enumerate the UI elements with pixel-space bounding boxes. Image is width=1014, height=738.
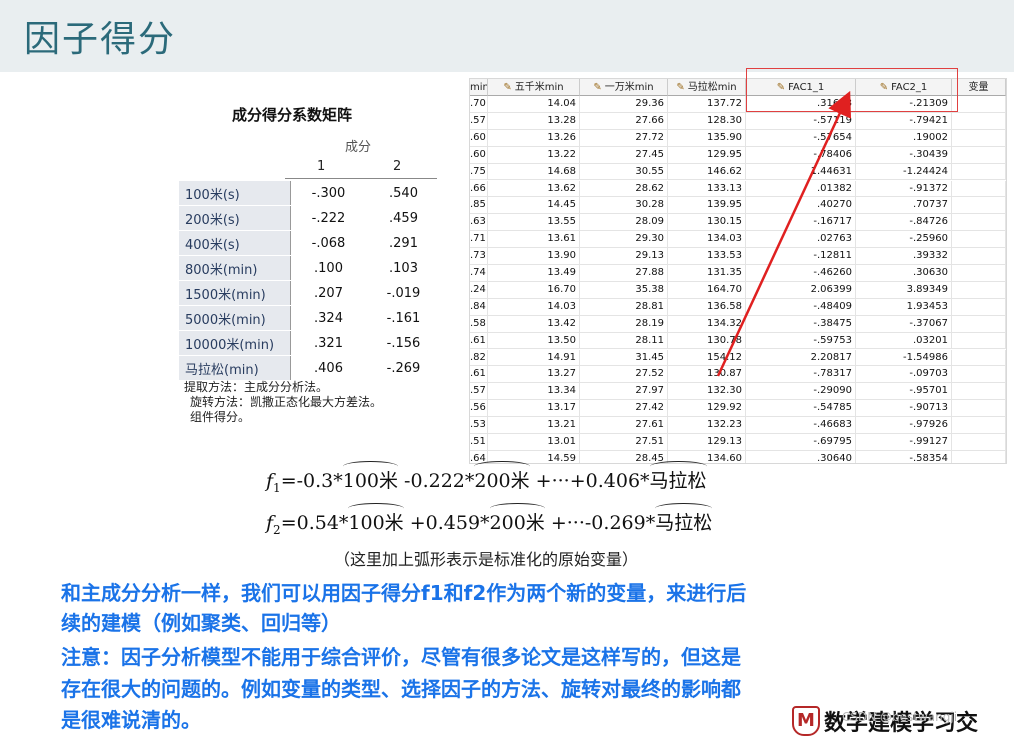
- formula-term: 100米: [342, 461, 399, 493]
- formula-lhs: f: [266, 470, 274, 492]
- formula-lhs: f: [266, 512, 274, 534]
- formula-subscript: 1: [273, 480, 281, 495]
- formula-term: 马拉松: [649, 461, 707, 493]
- formula-f1: f1=-0.3*100米 -0.222*200米 +···+0.406*马拉松: [266, 461, 707, 495]
- formula-term: 200米: [474, 461, 530, 493]
- formula-coef: =-0.3*: [280, 470, 343, 492]
- formula-term: 马拉松: [655, 503, 713, 535]
- body-text-line: 存在很大的问题的。例如变量的类型、选择因子的方法、旋转对最终的影响都: [61, 677, 741, 701]
- formula-coef: +0.459*: [403, 512, 490, 534]
- formula-term: 100米: [348, 503, 404, 535]
- body-text-line: 注意：因子分析模型不能用于综合评价，尽管有很多论文是这样写的，但这是: [61, 645, 741, 669]
- body-text-line: 续的建模（例如聚类、回归等）: [61, 611, 341, 635]
- logo-mark-icon: M: [792, 706, 820, 736]
- formula-coef: -0.222*: [398, 470, 475, 492]
- formula-coef: +···-0.269*: [544, 512, 656, 534]
- body-text-line: 是很难说清的。: [61, 708, 201, 732]
- formula-f2: f2=0.54*100米 +0.459*200米 +···-0.269*马拉松: [266, 503, 713, 537]
- formula-coef: +···+0.406*: [529, 470, 650, 492]
- formula-term: 200米: [489, 503, 546, 535]
- formula-subscript: 2: [273, 522, 281, 537]
- formula-coef: =0.54*: [280, 512, 349, 534]
- body-text-line: 和主成分分析一样，我们可以用因子得分f1和f2作为两个新的变量，来进行后: [61, 581, 747, 605]
- watermark: CSDN @bestwangji: [842, 710, 958, 724]
- formula-caption: （这里加上弧形表示是标准化的原始变量）: [334, 550, 639, 569]
